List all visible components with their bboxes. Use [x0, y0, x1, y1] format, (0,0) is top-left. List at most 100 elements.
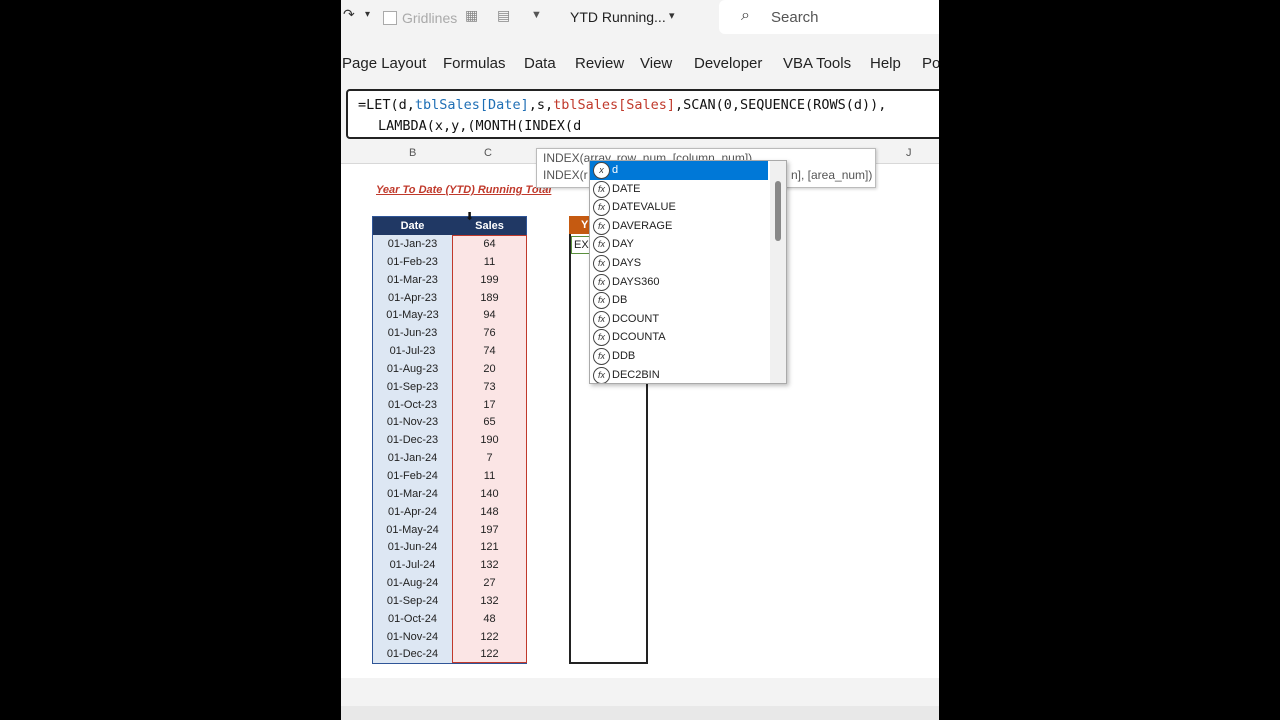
cell-date[interactable]: 01-Mar-24 [373, 484, 452, 503]
cell-sales[interactable]: 132 [453, 556, 526, 575]
cell-sales[interactable]: 7 [453, 449, 526, 467]
cell-date[interactable]: 01-Sep-23 [373, 377, 452, 396]
cell-date[interactable]: 01-Feb-23 [373, 252, 452, 271]
tab-view[interactable]: View [640, 55, 672, 72]
function-icon: fx [593, 329, 610, 347]
cell-date[interactable]: 01-Dec-23 [373, 431, 452, 450]
cell-sales[interactable]: 132 [453, 591, 526, 610]
autocomplete-item-label: DAYS360 [612, 275, 660, 288]
cell-date[interactable]: 01-Nov-24 [373, 627, 452, 646]
cell-sales[interactable]: 65 [453, 413, 526, 432]
table-row: 01-Nov-24 122 [373, 627, 526, 646]
function-icon: fx [593, 273, 610, 291]
autocomplete-item[interactable]: fx DAY [590, 235, 768, 254]
cell-sales[interactable]: 48 [453, 609, 526, 628]
search-input[interactable]: Search [771, 9, 819, 26]
cell-sales[interactable]: 17 [453, 395, 526, 414]
cell-date[interactable]: 01-May-24 [373, 520, 452, 539]
autocomplete-scrollbar[interactable] [770, 161, 786, 383]
header-date[interactable]: Date [373, 220, 452, 232]
autocomplete-item[interactable]: fx DATE [590, 180, 768, 199]
tab-developer[interactable]: Developer [694, 55, 762, 72]
cell-date[interactable]: 01-Jan-24 [373, 449, 452, 467]
autocomplete-item[interactable]: fx DATEVALUE [590, 198, 768, 217]
chevron-down-icon[interactable]: ▾ [669, 9, 675, 22]
autocomplete-item[interactable]: fx DB [590, 291, 768, 310]
formula-bar[interactable]: =LET(d,tblSales[Date],s,tblSales[Sales],… [346, 89, 939, 139]
autocomplete-item[interactable]: fx DAYS [590, 254, 768, 273]
tab-page-layout[interactable]: Page Layout [342, 55, 426, 72]
formula-ref-date: tblSales[Date] [414, 97, 529, 113]
cell-sales[interactable]: 27 [453, 574, 526, 592]
column-header-b[interactable]: B [409, 147, 416, 159]
cell-sales[interactable]: 74 [453, 342, 526, 360]
cell-sales[interactable]: 197 [453, 520, 526, 539]
cell-date[interactable]: 01-Aug-24 [373, 574, 452, 592]
autocomplete-item-label: DATEVALUE [612, 201, 676, 214]
gridlines-checkbox[interactable] [383, 11, 397, 25]
search-box[interactable]: ⌕ Search [719, 0, 939, 34]
cell-date[interactable]: 01-Jul-24 [373, 556, 452, 575]
cell-sales[interactable]: 73 [453, 377, 526, 396]
cell-sales[interactable]: 122 [453, 645, 526, 664]
cell-date[interactable]: 01-Sep-24 [373, 591, 452, 610]
cell-sales[interactable]: 140 [453, 484, 526, 503]
cell-sales[interactable]: 94 [453, 306, 526, 325]
tooltip-line-2-tail: n], [area_num]) [791, 168, 873, 182]
column-header-j[interactable]: J [906, 147, 912, 159]
cell-sales[interactable]: 20 [453, 359, 526, 378]
autocomplete-item-label: DEC2BIN [612, 368, 660, 381]
chevron-down-icon[interactable]: ▾ [365, 9, 370, 20]
autocomplete-item[interactable]: fx DEC2BIN [590, 366, 768, 383]
tab-power[interactable]: Po [922, 55, 939, 72]
header-sales[interactable]: Sales [453, 220, 526, 232]
cell-date[interactable]: 01-Dec-24 [373, 645, 452, 664]
function-icon: fx [593, 348, 610, 365]
autocomplete-item[interactable]: xd [590, 161, 768, 180]
tab-vba-tools[interactable]: VBA Tools [783, 55, 851, 72]
cell-sales[interactable]: 190 [453, 431, 526, 450]
cell-sales[interactable]: 199 [453, 270, 526, 289]
cell-sales[interactable]: 148 [453, 502, 526, 521]
autocomplete-item[interactable]: fx DCOUNT [590, 310, 768, 329]
cell-date[interactable]: 01-Aug-23 [373, 359, 452, 378]
cell-sales[interactable]: 76 [453, 324, 526, 343]
autocomplete-item-label: DDB [612, 350, 636, 362]
cell-date[interactable]: 01-Jul-23 [373, 342, 452, 360]
cell-date[interactable]: 01-Mar-23 [373, 270, 452, 289]
autocomplete-item[interactable]: fx DAVERAGE [590, 217, 768, 236]
cell-date[interactable]: 01-Jun-23 [373, 324, 452, 343]
document-title[interactable]: YTD Running... [570, 9, 666, 25]
cell-date[interactable]: 01-Apr-24 [373, 502, 452, 521]
ribbon-tabs: Page Layout Formulas Data Review View De… [341, 36, 939, 88]
redo-icon[interactable]: ↷ [343, 6, 355, 23]
tab-help[interactable]: Help [870, 55, 901, 72]
cell-sales[interactable]: 122 [453, 627, 526, 646]
autocomplete-item[interactable]: fx DCOUNTA [590, 328, 768, 347]
tab-data[interactable]: Data [524, 55, 556, 72]
customize-toolbar-icon[interactable]: ▼ [531, 9, 542, 21]
cell-date[interactable]: 01-Oct-23 [373, 395, 452, 414]
tab-review[interactable]: Review [575, 55, 624, 72]
autocomplete-list: x d fx DATE fx DATEVALUE fx DAVERAGE fx DAY fx DAYS… [589, 160, 787, 384]
cell-sales[interactable]: 121 [453, 538, 526, 557]
autocomplete-item[interactable]: fx DDB [590, 347, 768, 366]
tooltip-line-2[interactable]: INDEX(r [543, 168, 588, 182]
cell-date[interactable]: 01-Apr-23 [373, 288, 452, 307]
table-icon[interactable]: ▦ [465, 7, 478, 24]
cell-date[interactable]: 01-Jun-24 [373, 538, 452, 557]
autocomplete-item[interactable]: fx DAYS360 [590, 273, 768, 292]
cell-date[interactable]: 01-Feb-24 [373, 466, 452, 485]
cell-sales[interactable]: 11 [453, 466, 526, 485]
cell-sales[interactable]: 11 [453, 252, 526, 271]
cell-date[interactable]: 01-Jan-23 [373, 235, 452, 253]
preview-icon[interactable]: ▤ [497, 7, 510, 24]
cell-sales[interactable]: 64 [453, 235, 526, 253]
scrollbar-thumb[interactable] [775, 181, 781, 241]
cell-date[interactable]: 01-May-23 [373, 306, 452, 325]
column-header-c[interactable]: C [484, 147, 492, 159]
tab-formulas[interactable]: Formulas [443, 55, 506, 72]
cell-sales[interactable]: 189 [453, 288, 526, 307]
cell-date[interactable]: 01-Nov-23 [373, 413, 452, 432]
cell-date[interactable]: 01-Oct-24 [373, 609, 452, 628]
